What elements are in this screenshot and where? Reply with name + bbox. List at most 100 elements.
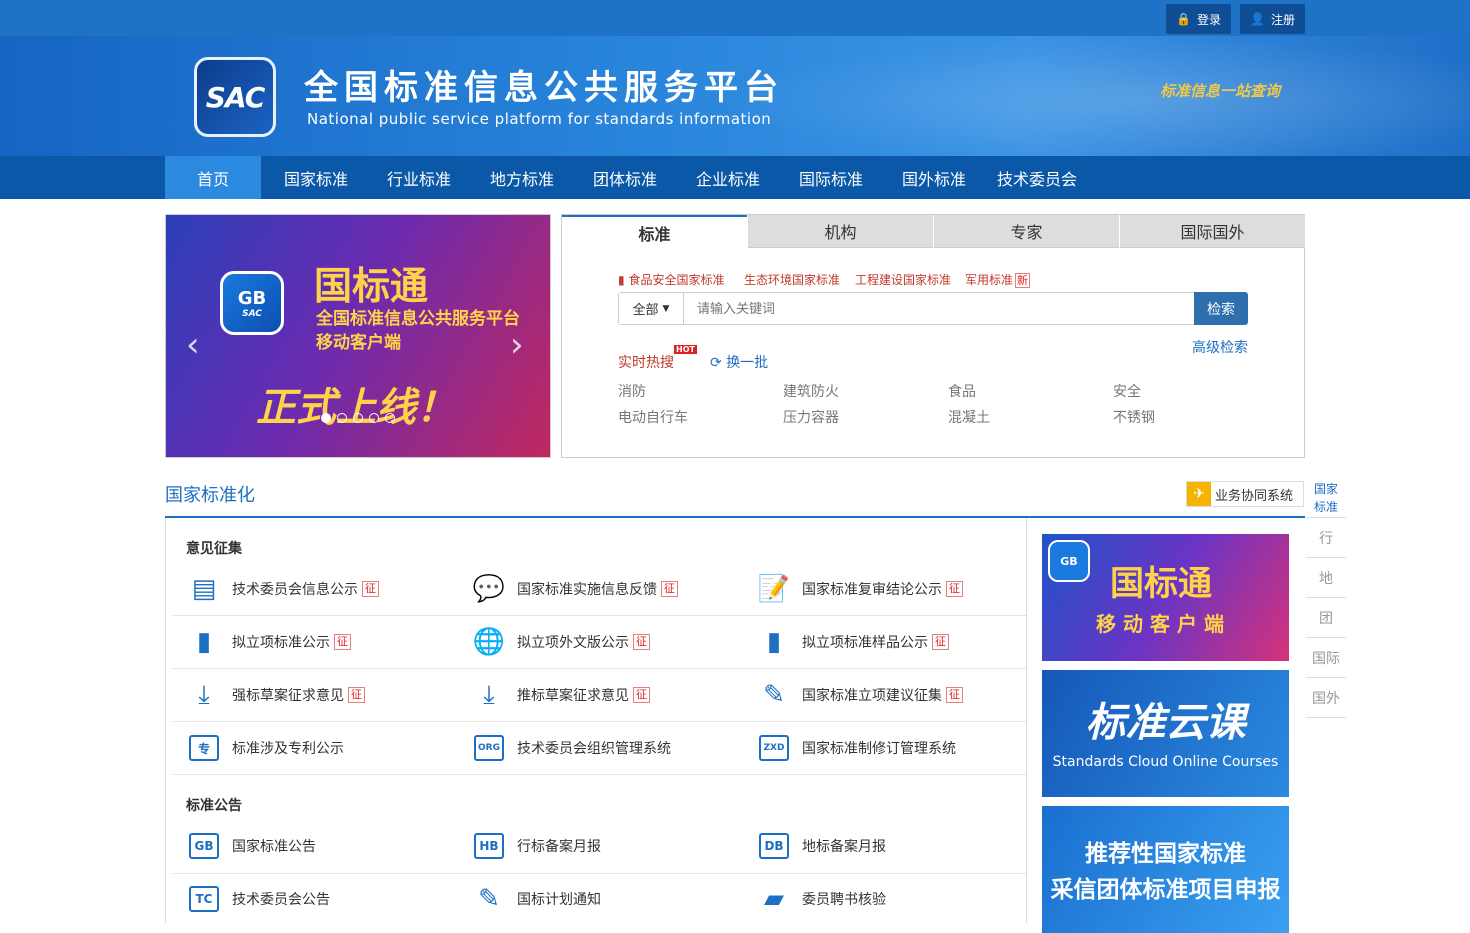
search-panel: 标准 机构 专家 国际国外 ▮ 食品安全国家标准 生态环境国家标准 工程建设国家…: [561, 214, 1305, 458]
hot-keyword[interactable]: 安全: [1113, 381, 1141, 401]
nav-national-standards[interactable]: 国家标准: [268, 156, 364, 199]
nav-enterprise-standards[interactable]: 企业标准: [680, 156, 776, 199]
carousel-next-icon[interactable]: ›: [510, 325, 524, 365]
item-label: 技术委员会公告: [232, 892, 330, 908]
notice-item[interactable]: TC 技术委员会公告: [186, 879, 330, 919]
opinion-item[interactable]: 🌐 拟立项外文版公示征: [471, 622, 650, 662]
opinion-item[interactable]: ▮ 拟立项标准样品公示征: [756, 622, 949, 662]
notice-item[interactable]: DB 地标备案月报: [756, 826, 886, 866]
gb-app-icon: GB SAC: [220, 271, 284, 335]
refresh-keywords-button[interactable]: ⟳ 换一批: [710, 352, 768, 372]
opinion-item[interactable]: 💬 国家标准实施信息反馈征: [471, 569, 678, 609]
top-bar: 🔒 登录 👤 注册: [0, 0, 1470, 36]
search-input[interactable]: [685, 293, 1195, 324]
paper-plane-icon: ✈: [1187, 482, 1211, 506]
side-item-industry[interactable]: 行: [1306, 518, 1346, 558]
opinion-item[interactable]: 📝 国家标准复审结论公示征: [756, 569, 963, 609]
item-label: 技术委员会信息公示: [232, 582, 358, 598]
item-label: 标准涉及专利公示: [232, 741, 344, 757]
tab-international[interactable]: 国际国外: [1120, 215, 1305, 248]
quick-link-military[interactable]: 军用标准新: [965, 271, 1031, 288]
carousel-dot[interactable]: [385, 413, 395, 423]
opinion-item[interactable]: ⤓ 强标草案征求意见征: [186, 675, 365, 715]
item-label: 国标计划通知: [517, 892, 601, 908]
login-button[interactable]: 🔒 登录: [1166, 4, 1231, 34]
hot-keyword[interactable]: 混凝土: [948, 407, 990, 427]
patent-doc-icon: 专: [186, 730, 222, 766]
site-header: SAC 全国标准信息公共服务平台 National public service…: [0, 36, 1470, 156]
side-item-national[interactable]: 国家标准: [1306, 478, 1346, 518]
opinion-item[interactable]: ⤓ 推标草案征求意见征: [471, 675, 650, 715]
promo-cloud-courses[interactable]: 标准云课 Standards Cloud Online Courses: [1042, 670, 1289, 797]
promo-group-standard-project[interactable]: 推荐性国家标准 采信团体标准项目申报: [1042, 806, 1289, 933]
item-label: 技术委员会组织管理系统: [517, 741, 671, 757]
search-button[interactable]: 检索: [1194, 292, 1248, 325]
tab-experts[interactable]: 专家: [934, 215, 1119, 248]
quick-link-engineering[interactable]: 工程建设国家标准: [855, 271, 951, 288]
carousel-dot[interactable]: [337, 413, 347, 423]
opinion-item[interactable]: ZXD 国家标准制修订管理系统: [756, 728, 956, 768]
side-nav: 国家标准 行 地 团 国际 国外: [1306, 478, 1346, 718]
quick-link-eco-env[interactable]: 生态环境国家标准: [744, 271, 840, 288]
nav-foreign-standards[interactable]: 国外标准: [886, 156, 982, 199]
promo-carousel[interactable]: GB SAC 国标通 全国标准信息公共服务平台移动客户端 正式上线！ ‹ ›: [165, 214, 551, 458]
item-label: 国家标准立项建议征集: [802, 688, 942, 704]
opinion-item[interactable]: 专标准涉及专利公示: [186, 728, 344, 768]
opinion-item[interactable]: ORG 技术委员会组织管理系统: [471, 728, 671, 768]
refresh-icon: ⟳: [710, 355, 722, 371]
opinion-item[interactable]: ▤ 技术委员会信息公示征: [186, 569, 379, 609]
site-title: 全国标准信息公共服务平台: [304, 68, 784, 108]
carousel-dot[interactable]: [369, 413, 379, 423]
notice-item[interactable]: HB 行标备案月报: [471, 826, 601, 866]
item-label: 国家标准制修订管理系统: [802, 741, 956, 757]
hot-keyword[interactable]: 电动自行车: [618, 407, 688, 427]
hb-doc-icon: HB: [471, 828, 507, 864]
section-title: 国家标准化: [165, 485, 255, 506]
item-label: 拟立项标准公示: [232, 635, 330, 651]
carousel-prev-icon[interactable]: ‹: [186, 325, 200, 365]
nav-group-standards[interactable]: 团体标准: [577, 156, 673, 199]
nav-local-standards[interactable]: 地方标准: [474, 156, 570, 199]
id-card-icon: ▤: [191, 574, 217, 604]
solicit-badge: 征: [946, 687, 963, 703]
solicit-badge: 征: [633, 687, 650, 703]
notice-item[interactable]: GB 国家标准公告: [186, 826, 316, 866]
carousel-dot[interactable]: [353, 413, 363, 423]
register-button[interactable]: 👤 注册: [1240, 4, 1305, 34]
promo-gbt-app[interactable]: GB 国标通 移动客户端: [1042, 534, 1289, 661]
advanced-search-link[interactable]: 高级检索: [1192, 337, 1248, 357]
user-icon: 👤: [1250, 12, 1265, 26]
monitor-zxd-icon: ZXD: [756, 730, 792, 766]
tab-organizations[interactable]: 机构: [748, 215, 933, 248]
opinion-item[interactable]: ✎ 国家标准立项建议征集征: [756, 675, 963, 715]
carousel-dot[interactable]: [321, 413, 331, 423]
opinion-item[interactable]: ▮ 拟立项标准公示征: [186, 622, 351, 662]
caret-down-icon: ▼: [662, 303, 670, 314]
group-title-opinion: 意见征集: [186, 541, 242, 557]
hot-keyword[interactable]: 压力容器: [783, 407, 839, 427]
notice-item[interactable]: ✎ 国标计划通知: [471, 879, 601, 919]
quick-link-food-safety[interactable]: ▮ 食品安全国家标准: [618, 271, 724, 288]
side-item-international[interactable]: 国际: [1306, 638, 1346, 678]
new-badge: 新: [1015, 273, 1031, 288]
db-doc-icon: DB: [756, 828, 792, 864]
row-divider: [172, 615, 1026, 616]
hot-keyword[interactable]: 消防: [618, 381, 646, 401]
hot-keyword[interactable]: 食品: [948, 381, 976, 401]
notice-item[interactable]: ▰ 委员聘书核验: [756, 879, 886, 919]
side-item-local[interactable]: 地: [1306, 558, 1346, 598]
sac-logo[interactable]: SAC: [194, 57, 276, 137]
nav-industry-standards[interactable]: 行业标准: [371, 156, 467, 199]
nav-home[interactable]: 首页: [165, 156, 261, 199]
biz-system-button[interactable]: ✈ 业务协同系统: [1186, 481, 1304, 507]
solicit-badge: 征: [348, 687, 365, 703]
side-item-group[interactable]: 团: [1306, 598, 1346, 638]
nav-international-standards[interactable]: 国际标准: [783, 156, 879, 199]
side-item-foreign[interactable]: 国外: [1306, 678, 1346, 718]
scope-dropdown[interactable]: 全部 ▼: [619, 293, 684, 324]
nav-technical-committees[interactable]: 技术委员会: [985, 156, 1089, 199]
hot-keyword[interactable]: 建筑防火: [783, 381, 839, 401]
tab-standards[interactable]: 标准: [562, 215, 747, 248]
document-edit-icon: 📝: [757, 574, 791, 604]
hot-keyword[interactable]: 不锈钢: [1113, 407, 1155, 427]
